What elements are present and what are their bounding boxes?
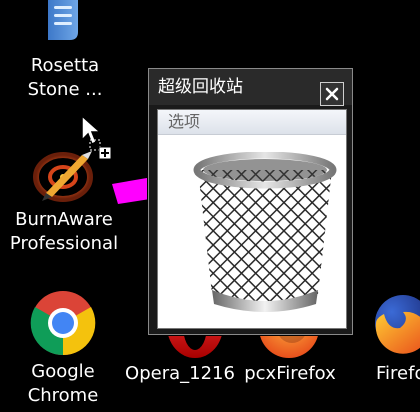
icon-label-chrome: Google Chrome [20, 360, 106, 408]
recycle-bin-window[interactable]: 超级回收站 选项 [148, 68, 353, 335]
icon-label-pcxfirefox: pcxFirefox [236, 362, 344, 386]
icon-label-line: Google [31, 361, 95, 382]
firefox-icon [375, 295, 420, 354]
icon-label-opera: Opera_1216 [122, 362, 238, 386]
icon-label-burnaware: BurnAware Professional [0, 208, 128, 256]
desktop: Rosetta Stone ... BurnAware Professional [0, 0, 420, 412]
window-titlebar[interactable]: 超级回收站 [149, 69, 352, 106]
icon-label-line: Opera_1216 [125, 363, 235, 384]
desktop-icon-chrome[interactable]: Google Chrome [20, 288, 110, 412]
mouse-cursor-copy-icon [81, 114, 112, 160]
desktop-icon-firefox[interactable]: Firefo [368, 290, 420, 400]
icon-label-line: BurnAware [15, 209, 113, 230]
menubar: 选项 [158, 110, 346, 135]
close-button[interactable] [320, 82, 344, 106]
rosetta-stone-icon [48, 0, 78, 40]
icon-label-rosetta: Rosetta Stone ... [20, 54, 110, 102]
chrome-icon [30, 291, 96, 356]
icon-label-firefox: Firefo [376, 362, 420, 386]
icon-label-line: Firefo [376, 363, 420, 384]
desktop-icon-rosetta-stone[interactable]: Rosetta Stone ... [20, 0, 110, 110]
close-icon [325, 87, 339, 101]
icon-label-line: Rosetta [30, 55, 100, 76]
window-title: 超级回收站 [158, 77, 243, 97]
icon-label-line: Stone ... [27, 79, 103, 100]
icon-label-line: Chrome [27, 385, 99, 406]
recycle-bin-icon[interactable] [192, 152, 338, 318]
menu-item-options[interactable]: 选项 [168, 112, 200, 132]
icon-label-line: Professional [9, 233, 119, 254]
window-content: 选项 [157, 109, 347, 329]
icon-label-line: pcxFirefox [244, 363, 336, 384]
